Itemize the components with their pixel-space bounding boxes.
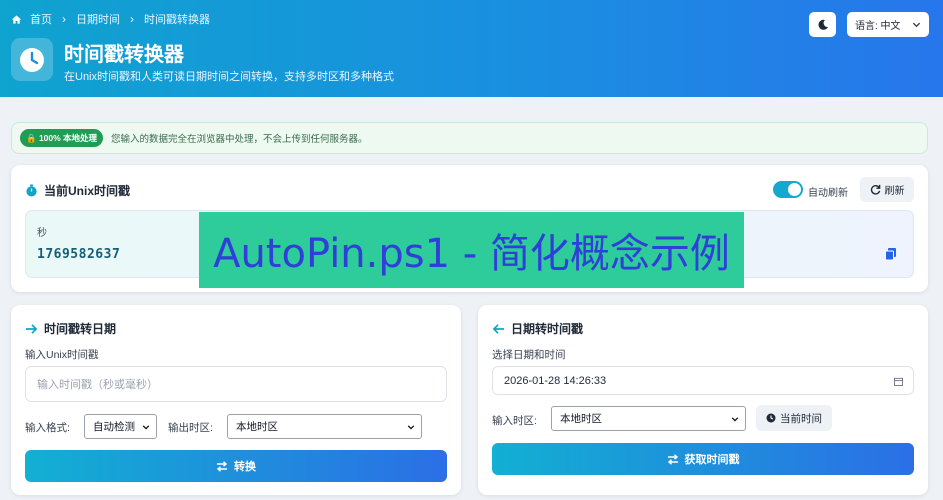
input-format-select[interactable]: 自动检测 — [84, 414, 157, 439]
convert-button[interactable]: 转换 — [25, 450, 447, 482]
overlay-text: AutoPin.ps1 - 简化概念示例 — [213, 231, 730, 277]
privacy-notice-text: 您输入的数据完全在浏览器中处理，不会上传到任何服务器。 — [111, 134, 368, 145]
copy-icon[interactable] — [884, 247, 898, 261]
arrow-right-icon — [25, 323, 38, 334]
calendar-icon[interactable] — [894, 377, 903, 386]
input-timezone-label: 输入时区: — [492, 415, 537, 427]
theme-toggle-button[interactable] — [809, 12, 836, 37]
chevron-down-icon — [407, 425, 415, 430]
page-title: 时间戳转换器 — [64, 44, 184, 66]
breadcrumb-datetime[interactable]: 日期时间 — [76, 11, 120, 27]
auto-refresh-label: 自动刷新 — [808, 188, 848, 199]
refresh-button[interactable]: 刷新 — [860, 177, 914, 202]
clock-small-icon — [766, 413, 776, 423]
current-timestamp-title: 当前Unix时间戳 — [25, 182, 130, 199]
datetime-input[interactable]: 2026-01-28 14:26:33 — [492, 366, 914, 395]
timestamp-input[interactable]: 输入时间戳（秒或毫秒） — [25, 366, 447, 402]
date-to-timestamp-title: 日期转时间戳 — [492, 320, 583, 337]
date-to-timestamp-card: 日期转时间戳 选择日期和时间 2026-01-28 14:26:33 输入时区:… — [478, 305, 928, 495]
stopwatch-icon — [26, 184, 37, 197]
input-format-label: 输入格式: — [25, 422, 70, 434]
input-timezone-select[interactable]: 本地时区 — [551, 406, 746, 431]
refresh-icon — [870, 184, 880, 195]
breadcrumb-current: 时间戳转换器 — [144, 14, 210, 26]
chevron-right-icon: › — [62, 12, 66, 26]
swap-icon — [667, 453, 678, 465]
get-timestamp-button[interactable]: 获取时间戳 — [492, 443, 914, 475]
breadcrumb-home[interactable]: 首页 — [30, 11, 52, 27]
clock-icon — [11, 38, 53, 81]
local-processing-badge: 🔒 100% 本地处理 — [20, 129, 104, 147]
privacy-notice: 🔒 100% 本地处理 您输入的数据完全在浏览器中处理，不会上传到任何服务器。 — [11, 122, 928, 154]
output-timezone-label: 输出时区: — [168, 422, 213, 434]
arrow-left-icon — [492, 323, 505, 334]
page-subtitle: 在Unix时间戳和人类可读日期时间之间转换，支持多时区和多种格式 — [64, 71, 395, 83]
chevron-down-icon — [912, 22, 921, 28]
breadcrumb: 首页 › 日期时间 › 时间戳转换器 — [11, 11, 210, 27]
swap-icon — [216, 460, 228, 472]
home-icon — [11, 14, 22, 24]
language-select-value: 语言: 中文 — [855, 21, 901, 32]
chevron-right-icon: › — [130, 12, 134, 26]
seconds-label: 秒 — [37, 228, 47, 239]
chevron-down-icon — [731, 417, 739, 422]
moon-icon — [818, 19, 828, 30]
chevron-down-icon — [142, 425, 150, 430]
current-time-button[interactable]: 当前时间 — [756, 405, 832, 431]
output-timezone-select[interactable]: 本地时区 — [227, 414, 422, 439]
timestamp-to-date-title: 时间戳转日期 — [25, 320, 116, 337]
overlay-banner: AutoPin.ps1 - 简化概念示例 — [199, 212, 744, 288]
timestamp-input-label: 输入Unix时间戳 — [25, 349, 99, 361]
timestamp-to-date-card: 时间戳转日期 输入Unix时间戳 输入时间戳（秒或毫秒） 输入格式: 自动检测 … — [11, 305, 461, 495]
language-select[interactable]: 语言: 中文 — [847, 12, 929, 37]
app-header: 首页 › 日期时间 › 时间戳转换器 时间戳转换器 在Unix时间戳和人类可读日… — [0, 0, 943, 97]
datetime-input-label: 选择日期和时间 — [492, 349, 566, 361]
seconds-value: 1769582637 — [37, 247, 121, 262]
auto-refresh-toggle[interactable] — [773, 181, 803, 198]
